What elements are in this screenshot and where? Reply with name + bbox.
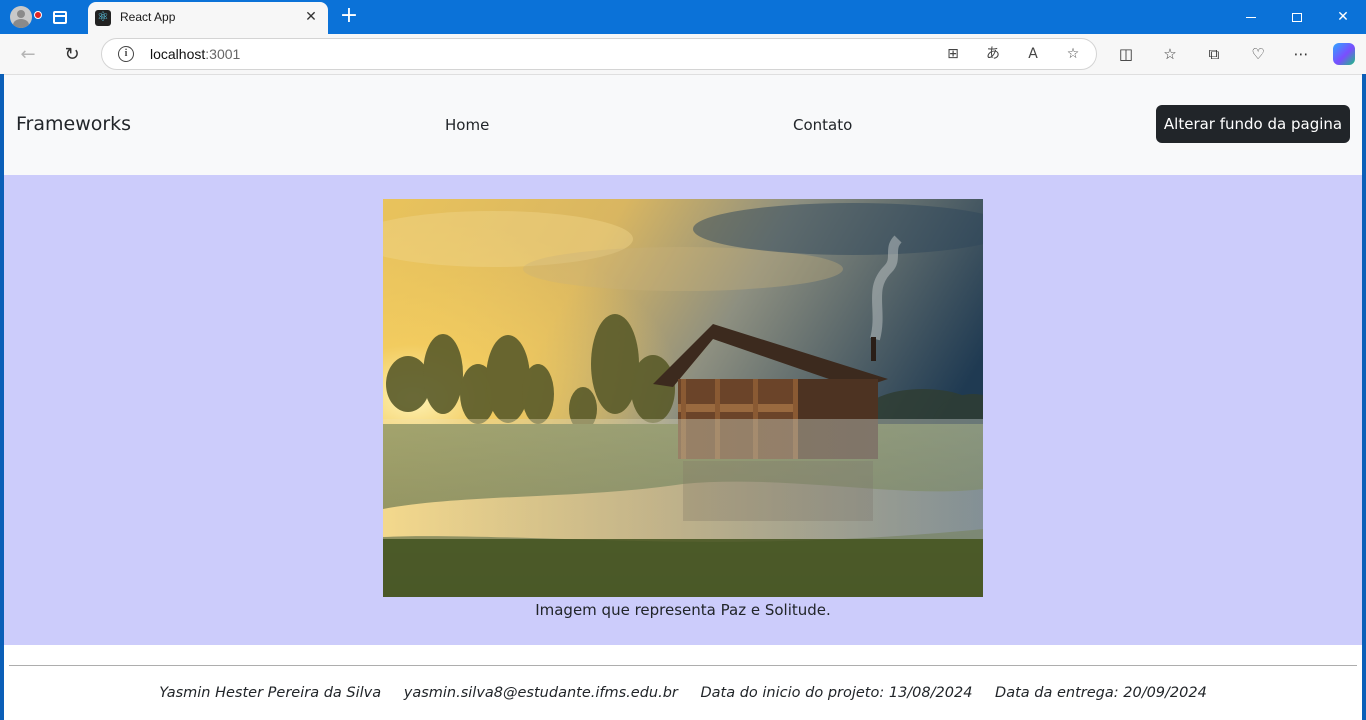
close-window-button[interactable]: ✕ — [1320, 0, 1366, 34]
collections-icon[interactable]: ⧉ — [1202, 43, 1226, 65]
split-screen-icon[interactable]: ◫ — [1114, 43, 1138, 65]
author-name: Yasmin Hester Pereira da Silva — [159, 685, 382, 701]
workspaces-icon[interactable] — [47, 5, 73, 29]
browser-essentials-icon[interactable]: ♡ — [1246, 43, 1270, 65]
url-port: :3001 — [205, 46, 241, 62]
favorites-icon[interactable]: ☆ — [1158, 43, 1182, 65]
author-email: yasmin.silva8@estudante.ifms.edu.br — [403, 685, 678, 701]
project-due-date: Data da entrega: 20/09/2024 — [995, 685, 1207, 701]
nav-link-contato[interactable]: Contato — [793, 116, 852, 134]
copilot-icon[interactable] — [1333, 43, 1355, 65]
browser-toolbar: ← ↻ i localhost:3001 ⊞ あ A ☆ ◫ ☆ ⧉ ♡ ⋯ — [0, 34, 1366, 74]
image-caption: Imagem que representa Paz e Solitude. — [535, 601, 831, 619]
browser-tab[interactable]: ⚛ React App ✕ — [88, 2, 328, 34]
info-icon[interactable]: i — [118, 46, 134, 62]
new-tab-icon[interactable]: + — [336, 3, 362, 29]
reload-icon[interactable]: ↻ — [57, 40, 87, 68]
read-aloud-icon[interactable]: A — [1022, 44, 1044, 64]
translate-icon[interactable]: あ — [982, 44, 1004, 64]
hero-section: Imagem que representa Paz e Solitude. — [4, 175, 1362, 645]
restore-window-button[interactable] — [1274, 0, 1320, 34]
profile-icon[interactable] — [8, 5, 42, 29]
footer: Yasmin Hester Pereira da Silva yasmin.si… — [4, 685, 1362, 701]
favorite-star-icon[interactable]: ☆ — [1062, 44, 1084, 64]
more-icon[interactable]: ⋯ — [1289, 43, 1313, 65]
app-available-icon[interactable]: ⊞ — [942, 44, 964, 64]
cabin-landscape-image — [383, 199, 983, 597]
change-background-button[interactable]: Alterar fundo da pagina — [1156, 105, 1350, 143]
close-icon[interactable]: ✕ — [302, 8, 320, 26]
tab-title: React App — [120, 10, 176, 24]
browser-tab-bar: ⚛ React App ✕ + ✕ — [0, 0, 1366, 34]
navbar-brand[interactable]: Frameworks — [16, 113, 131, 135]
page-viewport: Frameworks Home Contato Alterar fundo da… — [4, 74, 1362, 720]
nav-link-home[interactable]: Home — [445, 116, 489, 134]
project-start-date: Data do inicio do projeto: 13/08/2024 — [700, 685, 973, 701]
address-bar[interactable]: i localhost:3001 ⊞ あ A ☆ — [101, 38, 1097, 70]
react-favicon: ⚛ — [95, 10, 111, 26]
navbar: Frameworks Home Contato Alterar fundo da… — [4, 75, 1362, 175]
back-icon[interactable]: ← — [13, 40, 43, 68]
url-text[interactable]: localhost:3001 — [150, 46, 240, 62]
minimize-window-button[interactable] — [1228, 0, 1274, 34]
url-host: localhost — [150, 46, 206, 62]
footer-divider — [9, 665, 1357, 666]
